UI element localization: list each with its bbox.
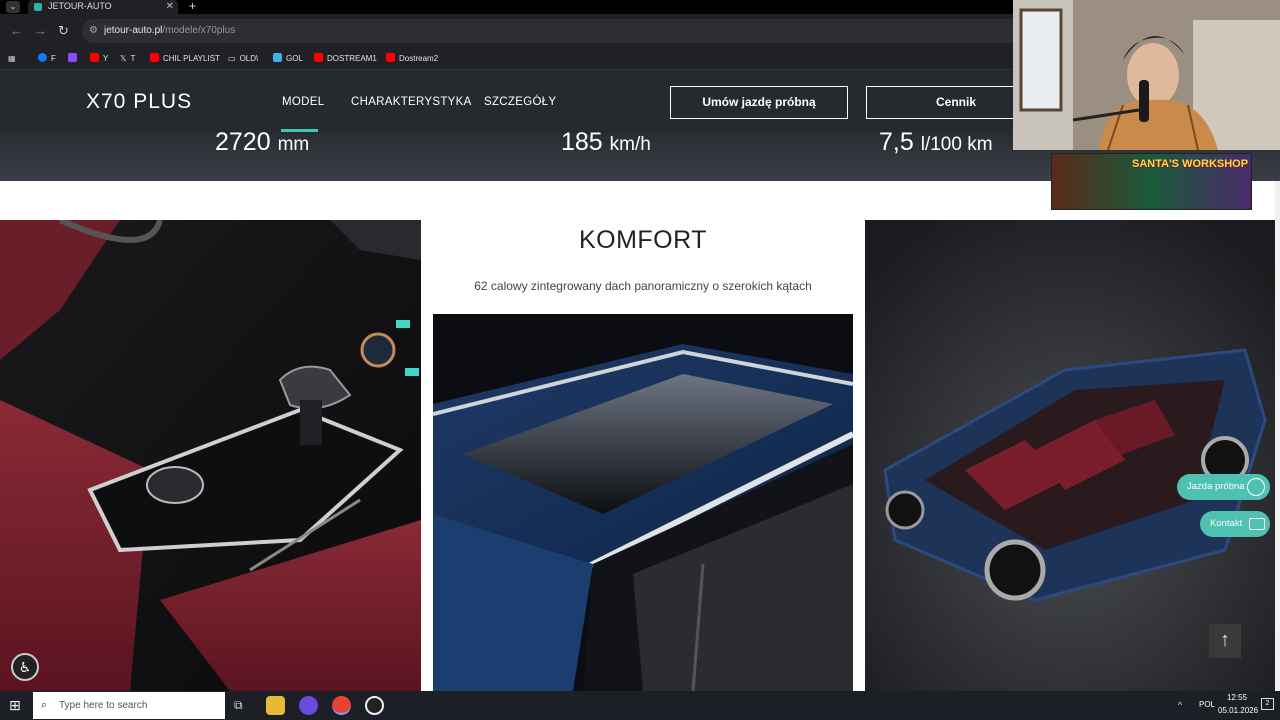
nav-charakterystyka[interactable]: CHARAKTERYSTYKA: [351, 96, 472, 108]
site-logo[interactable]: X70 PLUS: [86, 90, 192, 114]
page-scrollbar[interactable]: [1275, 181, 1280, 691]
spec-top-speed: 185 km/h: [561, 128, 651, 156]
discord-icon[interactable]: [299, 696, 318, 715]
youtube-icon: [314, 53, 323, 62]
site-favicon-icon: [34, 3, 42, 11]
bookmark-item[interactable]: Dostream2: [386, 52, 438, 66]
scroll-to-top-button[interactable]: ↑: [1209, 624, 1241, 658]
stream-overlay-sticker: SANTA'S WORKSHOP: [1051, 153, 1252, 210]
windows-taskbar: ⊞ ⌕ Type here to search ⧉ ^ POL 12:55 05…: [0, 691, 1280, 720]
test-drive-button[interactable]: Umów jazdę próbną: [670, 86, 848, 119]
close-tab-icon[interactable]: ✕: [166, 0, 174, 13]
obs-icon[interactable]: [365, 696, 384, 715]
feature-title: KOMFORT: [578, 226, 708, 254]
reload-icon[interactable]: ↻: [58, 23, 69, 39]
file-explorer-icon[interactable]: [266, 696, 285, 715]
clock-date[interactable]: 05.01.2026: [1218, 706, 1258, 715]
apps-grid-icon[interactable]: ▦: [8, 52, 16, 66]
back-icon[interactable]: ←: [10, 23, 23, 39]
gol-icon: [273, 53, 282, 62]
new-tab-button[interactable]: +: [189, 0, 196, 13]
sticker-text: SANTA'S WORKSHOP: [1132, 158, 1249, 170]
panoramic-roof-image: [433, 314, 853, 691]
feature-description: 62 calowy zintegrowany dach panoramiczny…: [474, 279, 812, 293]
site-info-icon[interactable]: ⚙: [89, 19, 98, 43]
youtube-icon: [150, 53, 159, 62]
clock-time[interactable]: 12:55: [1218, 693, 1256, 702]
facebook-icon: [38, 53, 47, 62]
windows-start-icon[interactable]: ⊞: [9, 697, 21, 713]
task-view-icon[interactable]: ⧉: [234, 698, 243, 713]
bookmark-item[interactable]: CHIL PLAYLIST: [150, 52, 220, 66]
forward-icon[interactable]: →: [34, 23, 47, 39]
bookmark-item[interactable]: [68, 52, 81, 66]
accessibility-icon: ♿: [18, 659, 32, 675]
mail-icon: [1249, 518, 1265, 530]
bookmark-item[interactable]: 𝕏T: [120, 52, 135, 66]
tab-search-button[interactable]: ⌄: [6, 1, 20, 13]
bookmark-item[interactable]: GOL: [273, 52, 303, 66]
youtube-icon: [386, 53, 395, 62]
url-path: /modele/x70plus: [162, 25, 236, 36]
tray-expand-icon[interactable]: ^: [1178, 700, 1182, 710]
tab-title: JETOUR-AUTO: [48, 1, 112, 11]
nav-model[interactable]: MODEL: [282, 96, 324, 108]
search-icon: ⌕: [41, 699, 48, 711]
x-icon: 𝕏: [120, 54, 127, 63]
chrome-icon[interactable]: [332, 696, 351, 715]
accessibility-button[interactable]: ♿: [11, 653, 39, 681]
browser-tab[interactable]: JETOUR-AUTO ✕: [28, 0, 178, 14]
webcam-overlay: [1013, 0, 1280, 150]
bookmark-item[interactable]: F: [38, 52, 56, 66]
notifications-icon[interactable]: 2: [1261, 698, 1274, 710]
twitch-icon: [68, 53, 77, 62]
youtube-icon: [90, 53, 99, 62]
float-contact-button[interactable]: Kontakt: [1200, 511, 1270, 537]
spec-wheelbase: 2720 mm: [215, 128, 310, 156]
taskbar-search[interactable]: ⌕ Type here to search: [33, 692, 225, 719]
url-field[interactable]: ⚙ jetour-auto.pl/modele/x70plus: [82, 19, 1022, 43]
bookmark-item[interactable]: ▭ OLD\: [228, 52, 258, 66]
folder-icon: ▭: [228, 54, 236, 63]
spec-consumption: 7,5 l/100 km: [879, 128, 993, 156]
float-test-drive-button[interactable]: Jazda próbna: [1177, 474, 1270, 500]
arrow-up-icon: ↑: [1220, 629, 1230, 651]
bookmark-item[interactable]: Y: [90, 52, 108, 66]
nav-szczegoly[interactable]: SZCZEGÓŁY: [484, 96, 556, 108]
interior-console-image: [0, 220, 421, 691]
car-cutaway-image: [865, 220, 1275, 691]
steering-wheel-icon: [1247, 478, 1265, 496]
url-host: jetour-auto.pl: [104, 25, 163, 36]
language-indicator[interactable]: POL: [1199, 700, 1215, 709]
bookmark-item[interactable]: DOSTREAM1: [314, 52, 377, 66]
